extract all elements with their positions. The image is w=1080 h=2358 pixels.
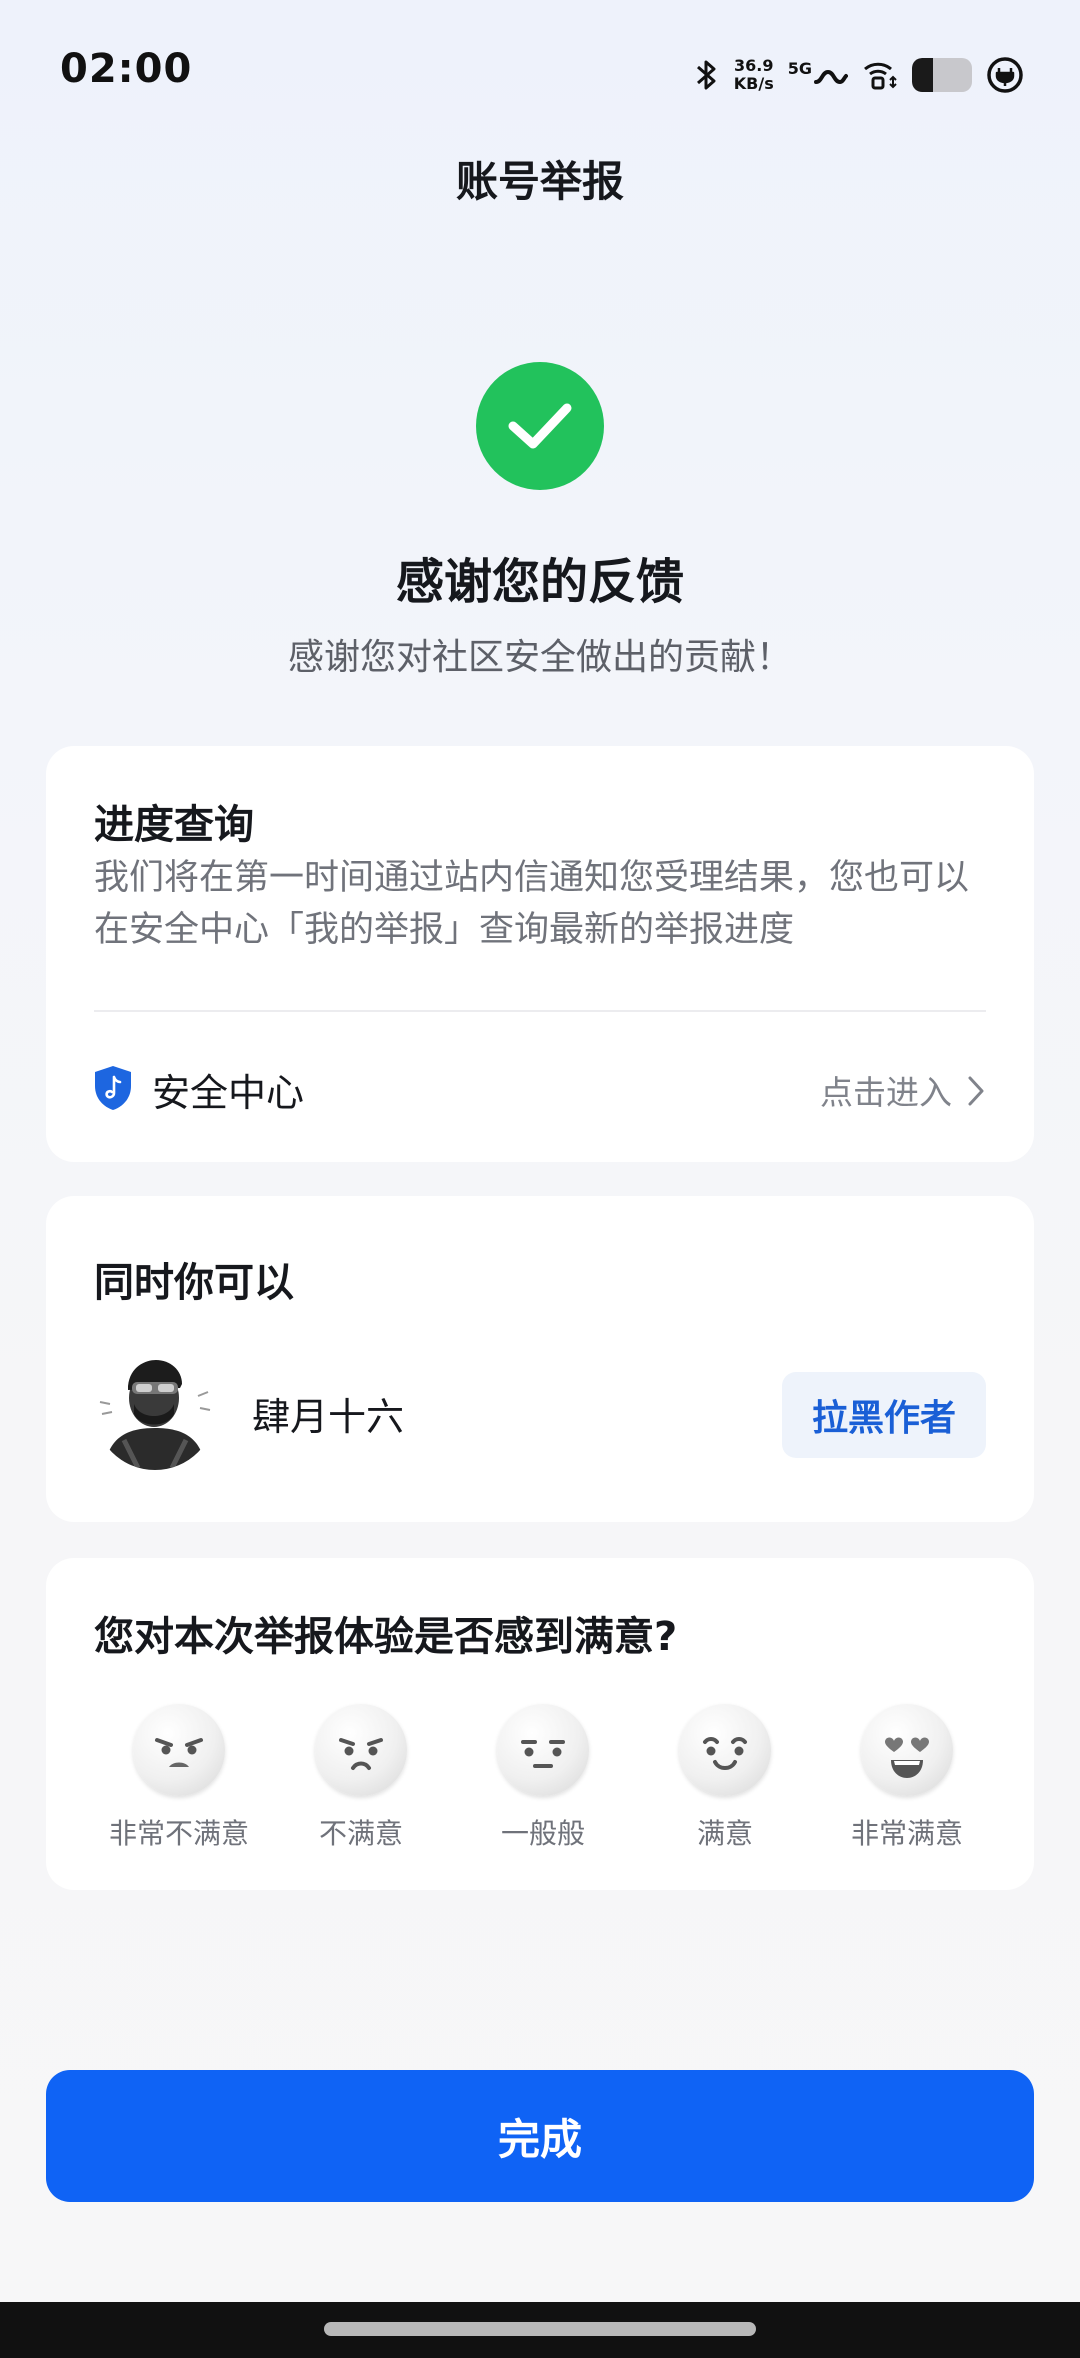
very-satisfied-face-icon	[861, 1704, 953, 1796]
net-speed-value: 36.9	[734, 56, 774, 75]
success-check-icon	[476, 362, 604, 490]
rating-label: 非常满意	[850, 1817, 963, 1850]
thanks-subtitle: 感谢您对社区安全做出的贡献！	[287, 637, 792, 678]
network-type: 5G	[787, 59, 812, 78]
wifi-icon	[864, 62, 897, 90]
signal-icon	[814, 69, 848, 85]
status-icons: 36.9 KB/s 5G	[694, 50, 1024, 100]
satisfaction-survey-card: 您对本次举报体验是否感到满意? 非常不满意 不满意 一般般 满意 非常满意	[46, 1558, 1034, 1890]
actions-card-title: 同时你可以	[94, 1260, 294, 1306]
actions-card: 同时你可以 肆月十六 拉黑作者	[46, 1196, 1034, 1522]
system-navigation-bar	[0, 2302, 1080, 2358]
battery-level-fill	[912, 58, 933, 92]
done-button[interactable]: 完成	[46, 2070, 1034, 2202]
thanks-title: 感谢您的反馈	[395, 554, 684, 610]
security-center-label: 安全中心	[152, 1071, 305, 1115]
page-title: 账号举报	[455, 157, 624, 206]
author-name: 肆月十六	[252, 1395, 405, 1439]
rating-option-very-dissatisfied[interactable]: 非常不满意	[88, 1704, 270, 1854]
security-center-row[interactable]: 安全中心 点击进入	[46, 1012, 1034, 1162]
rating-label: 非常不满意	[108, 1817, 249, 1850]
rating-option-dissatisfied[interactable]: 不满意	[270, 1704, 452, 1854]
security-center-enter-link[interactable]: 点击进入	[820, 1066, 952, 1114]
very-dissatisfied-face-icon	[133, 1704, 225, 1796]
rating-options: 非常不满意 不满意 一般般 满意 非常满意	[46, 1704, 1034, 1854]
charging-icon	[987, 57, 1023, 93]
author-avatar[interactable]	[94, 1348, 216, 1470]
status-time: 02:00	[60, 46, 193, 92]
battery-icon	[912, 58, 972, 92]
progress-card: 进度查询 我们将在第一时间通过站内信通知您受理结果，您也可以在安全中心「我的举报…	[46, 746, 1034, 1162]
rating-label: 满意	[696, 1817, 753, 1850]
rating-label: 不满意	[318, 1817, 403, 1850]
satisfied-face-icon	[679, 1704, 771, 1796]
bluetooth-icon	[696, 60, 716, 90]
dissatisfied-face-icon	[315, 1704, 407, 1796]
net-speed: 36.9 KB/s	[734, 57, 774, 93]
home-indicator[interactable]	[324, 2322, 756, 2336]
rating-option-satisfied[interactable]: 满意	[634, 1704, 816, 1854]
cellular-indicator: 5G	[787, 59, 848, 88]
neutral-face-icon	[497, 1704, 589, 1796]
shield-icon	[95, 1066, 131, 1110]
progress-description: 我们将在第一时间通过站内信通知您受理结果，您也可以在安全中心「我的举报」查询最新…	[94, 858, 970, 950]
rating-option-neutral[interactable]: 一般般	[452, 1704, 634, 1854]
block-author-button[interactable]: 拉黑作者	[782, 1372, 986, 1458]
progress-card-title: 进度查询	[94, 802, 254, 848]
net-speed-unit: KB/s	[733, 74, 774, 93]
rating-option-very-satisfied[interactable]: 非常满意	[816, 1704, 998, 1854]
status-bar: 02:00 36.9 KB/s 5G	[0, 0, 1080, 150]
survey-title: 您对本次举报体验是否感到满意?	[94, 1614, 678, 1660]
chevron-right-icon	[968, 1076, 984, 1106]
rating-label: 一般般	[500, 1817, 585, 1850]
